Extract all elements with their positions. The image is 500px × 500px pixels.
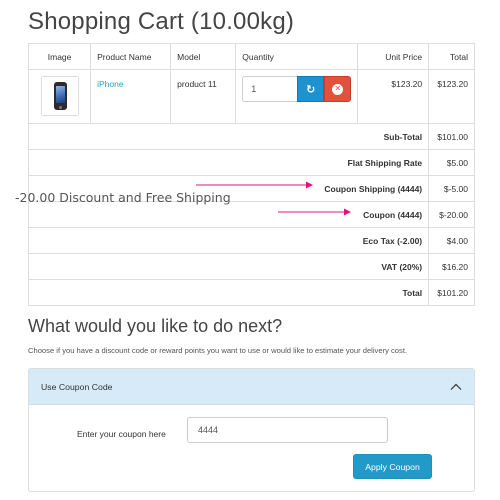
totals-row-subtotal: Sub-Total $101.00 [27,123,475,150]
totals-row-total: Total $101.20 [27,279,475,306]
annotation-arrow-coupon [278,208,351,216]
totals-label: Sub-Total [27,123,430,150]
page-title: Shopping Cart (10.00kg) [28,8,295,35]
annotation-arrow-shipping [196,181,313,189]
next-steps-title: What would you like to do next? [28,316,283,336]
totals-label: Eco Tax (-2.00) [27,227,430,254]
apply-coupon-button[interactable]: Apply Coupon [353,454,432,479]
totals-label: Flat Shipping Rate [27,149,430,176]
product-name-link[interactable]: iPhone [97,79,123,89]
header-model: Model [170,43,237,70]
total-cell: $123.20 [428,69,475,124]
next-steps-description: Choose if you have a discount code or re… [28,346,408,355]
totals-row-eco-tax: Eco Tax (-2.00) $4.00 [27,227,475,254]
iphone-icon [53,82,67,110]
refresh-icon: ↻ [306,83,316,96]
totals-value: $-5.00 [428,175,475,202]
product-thumbnail[interactable] [40,76,79,116]
quantity-group: ↻ ✕ [242,76,352,102]
annotation-text: -20.00 Discount and Free Shipping [15,190,231,205]
totals-label: Coupon (4444) [27,201,430,228]
unit-price-cell: $123.20 [357,69,430,124]
totals-value: $4.00 [428,227,475,254]
product-image-cell [27,69,92,124]
remove-circle-icon: ✕ [332,83,344,95]
table-header-row: Image Product Name Model Quantity Unit P… [27,43,475,70]
chevron-up-icon [450,383,462,390]
header-quantity: Quantity [235,43,359,70]
remove-item-button[interactable]: ✕ [324,76,352,102]
product-name-cell: iPhone [90,69,172,124]
coupon-input[interactable] [187,417,388,443]
totals-row-flat-shipping: Flat Shipping Rate $5.00 [27,149,475,176]
header-product-name: Product Name [90,43,172,70]
totals-value: $5.00 [428,149,475,176]
totals-label: Total [27,279,430,306]
totals-value: $101.00 [428,123,475,150]
cart-table: Image Product Name Model Quantity Unit P… [27,43,475,306]
totals-row-coupon: Coupon (4444) $-20.00 [27,201,475,228]
header-image: Image [27,43,92,70]
model-cell: product 11 [170,69,237,124]
totals-value: $-20.00 [428,201,475,228]
coupon-input-label: Enter your coupon here [77,429,166,439]
totals-value: $101.20 [428,279,475,306]
update-quantity-button[interactable]: ↻ [297,76,325,102]
totals-label: VAT (20%) [27,253,430,280]
header-total: Total [428,43,475,70]
table-row: iPhone product 11 ↻ ✕ $123.20 $123.20 [27,69,475,124]
coupon-panel-title: Use Coupon Code [41,381,113,392]
header-unit-price: Unit Price [357,43,430,70]
totals-value: $16.20 [428,253,475,280]
totals-row-vat: VAT (20%) $16.20 [27,253,475,280]
quantity-cell: ↻ ✕ [235,69,359,124]
quantity-input[interactable] [242,76,298,102]
coupon-panel-heading[interactable]: Use Coupon Code [29,369,474,405]
